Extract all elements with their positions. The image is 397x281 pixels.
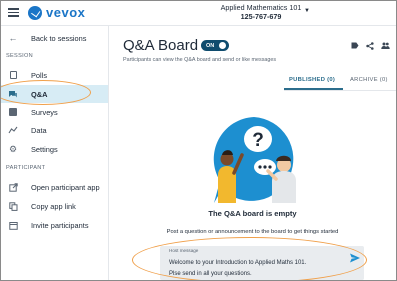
sidebar-item-settings[interactable]: ⚙ Settings xyxy=(1,140,108,158)
sidebar-item-label: Q&A xyxy=(31,89,48,99)
sidebar-item-copy-app-link[interactable]: Copy app link xyxy=(1,197,108,215)
hamburger-menu-icon[interactable] xyxy=(8,8,19,17)
polls-icon xyxy=(8,70,18,80)
empty-board-illustration: ? xyxy=(213,117,296,203)
sidebar-item-label: Data xyxy=(31,125,47,135)
data-chart-icon xyxy=(8,125,18,135)
arrow-left-icon: ← xyxy=(8,33,18,43)
qa-board-toggle[interactable]: ON xyxy=(201,40,229,51)
empty-state-subtitle: Post a question or announcement to the b… xyxy=(166,229,339,235)
back-label: Back to sessions xyxy=(31,33,87,43)
host-message-line: Plse send in all your questions. xyxy=(169,270,252,277)
tab-divider xyxy=(284,89,396,91)
chevron-down-icon[interactable]: ▼ xyxy=(304,8,310,14)
section-participant-heading: PARTICIPANT xyxy=(6,165,46,171)
sidebar-item-data[interactable]: Data xyxy=(1,121,108,139)
vevox-logo-mark xyxy=(28,5,42,20)
back-to-sessions-link[interactable]: ← Back to sessions xyxy=(1,29,108,47)
host-message-text[interactable]: Welcome to your Introduction to Applied … xyxy=(169,258,354,279)
sidebar-item-label: Copy app link xyxy=(31,201,76,211)
session-code: 125-767-679 xyxy=(240,11,282,21)
sidebar-item-label: Settings xyxy=(31,144,58,154)
host-message-label: Host message xyxy=(169,248,199,253)
send-icon[interactable] xyxy=(349,252,361,264)
people-icon[interactable] xyxy=(381,42,390,52)
sidebar-item-surveys[interactable]: Surveys xyxy=(1,103,108,121)
board-tabs: PUBLISHED (0) ARCHIVE (0) xyxy=(284,74,396,91)
gear-icon: ⚙ xyxy=(8,143,18,154)
toggle-label: ON xyxy=(206,42,215,49)
sidebar-item-open-participant-app[interactable]: Open participant app xyxy=(1,178,108,196)
sidebar-item-label: Open participant app xyxy=(31,182,100,192)
sidebar-item-invite-participants[interactable]: Invite participants xyxy=(1,216,108,234)
logo-text: vevox xyxy=(46,5,86,20)
session-selector[interactable]: Applied Mathematics 101 125-767-679 xyxy=(201,3,321,21)
page-subtitle: Participants can view the Q&A board and … xyxy=(123,57,277,63)
sidebar-item-label: Polls xyxy=(31,70,48,80)
vevox-logo: vevox xyxy=(28,5,85,20)
svg-text:?: ? xyxy=(252,130,264,151)
open-external-icon xyxy=(8,182,18,192)
share-icon[interactable] xyxy=(366,42,374,52)
app-window: vevox Applied Mathematics 101 125-767-67… xyxy=(0,0,397,281)
top-bar: vevox Applied Mathematics 101 125-767-67… xyxy=(1,1,396,26)
sidebar: ← Back to sessions SESSION Polls Q&A Sur… xyxy=(1,26,109,280)
invite-icon xyxy=(8,220,18,230)
sidebar-item-label: Invite participants xyxy=(31,220,89,230)
sidebar-item-label: Surveys xyxy=(31,107,58,117)
section-session-heading: SESSION xyxy=(6,53,33,59)
header-actions xyxy=(351,42,390,52)
host-message-line: Welcome to your Introduction to Applied … xyxy=(169,260,307,266)
sidebar-item-polls[interactable]: Polls xyxy=(1,66,108,84)
main-panel: Q&A Board ON Participants can view the Q… xyxy=(109,26,396,280)
tab-archive[interactable]: ARCHIVE (0) xyxy=(350,77,388,83)
surveys-icon xyxy=(8,107,18,117)
sidebar-item-qa[interactable]: Q&A xyxy=(1,85,108,103)
copy-icon xyxy=(8,201,18,211)
empty-state-title: The Q&A board is empty xyxy=(208,209,297,218)
tag-icon[interactable] xyxy=(351,42,359,52)
page-title: Q&A Board xyxy=(123,37,199,54)
qa-chat-icon xyxy=(8,89,18,99)
tab-published[interactable]: PUBLISHED (0) xyxy=(289,77,335,83)
